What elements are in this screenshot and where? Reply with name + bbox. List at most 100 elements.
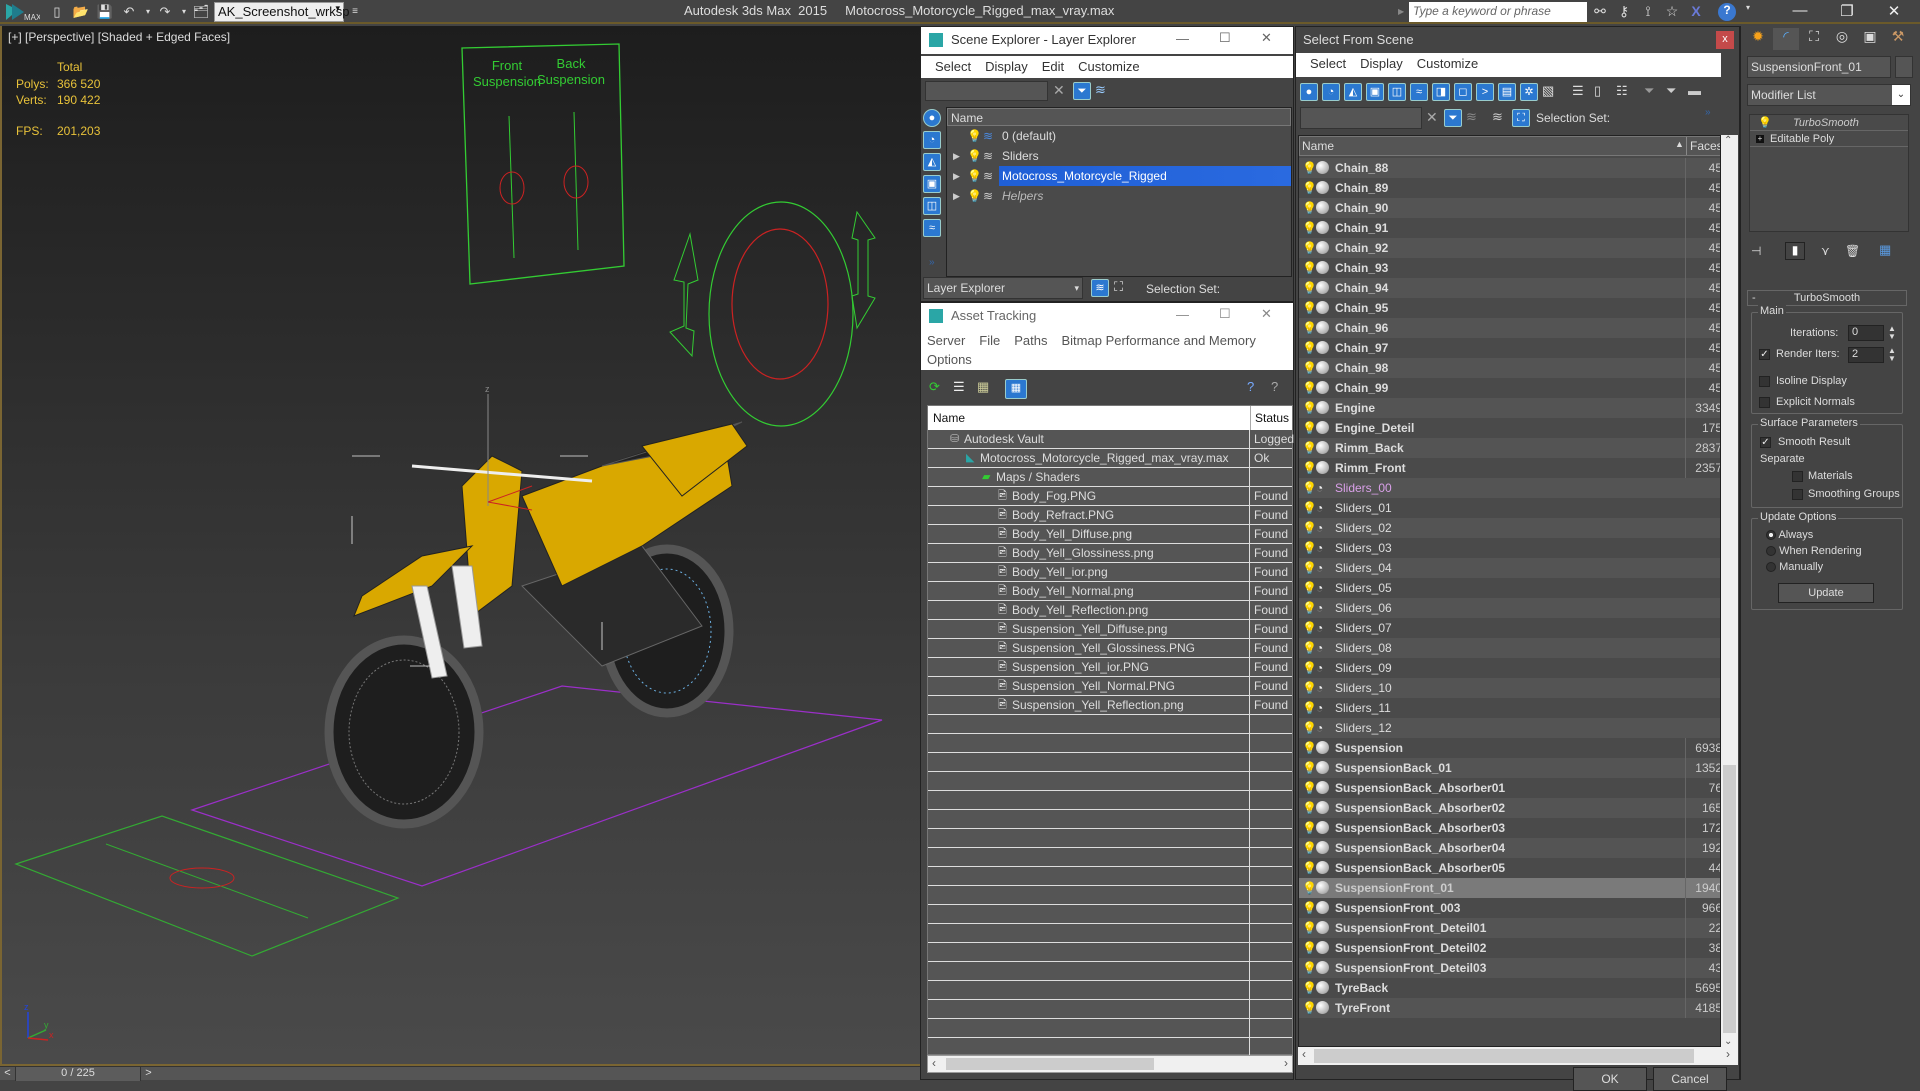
lightbulb-icon[interactable]: 💡 <box>967 166 982 186</box>
asset-row[interactable]: ▰ Maps / Shaders <box>928 468 1292 487</box>
update-option-radio[interactable]: Manually <box>1766 561 1823 573</box>
list-view-icon[interactable]: ☰ <box>953 379 965 395</box>
modify-tab-icon[interactable]: ◜ <box>1773 28 1799 50</box>
column-header-name[interactable]: Name <box>933 406 965 430</box>
object-row[interactable]: 💡 ◔ Sliders_09 <box>1299 658 1720 678</box>
object-row[interactable]: 💡 SuspensionFront_Deteil01 22 <box>1299 918 1720 938</box>
close-icon[interactable]: ✕ <box>1261 30 1272 46</box>
menu-paths[interactable]: Paths <box>1014 330 1047 352</box>
display-geometry-icon[interactable]: ● <box>923 109 941 127</box>
binoculars-icon[interactable]: ⚯ <box>1590 3 1610 21</box>
lightbulb-icon[interactable]: 💡 <box>1302 878 1317 898</box>
time-slider[interactable]: < 0 / 225 > <box>0 1066 922 1081</box>
object-color-swatch[interactable] <box>1895 56 1913 78</box>
frame-counter[interactable]: 0 / 225 <box>16 1067 140 1081</box>
render-iters-input[interactable]: 2 <box>1848 347 1884 363</box>
lightbulb-icon[interactable]: 💡 <box>1302 758 1317 778</box>
lightbulb-icon[interactable]: 💡 <box>1302 178 1317 198</box>
object-row[interactable]: 💡 ◔ Sliders_03 <box>1299 538 1720 558</box>
scroll-right-icon[interactable]: › <box>1284 1056 1288 1070</box>
redo-dropdown-icon[interactable]: ▾ <box>179 3 189 21</box>
lightbulb-icon[interactable]: 💡 <box>1302 258 1317 278</box>
scrollbar-thumb[interactable] <box>1314 1049 1694 1063</box>
iterations-input[interactable]: 0 <box>1848 325 1884 341</box>
modifier-list-dropdown[interactable]: Modifier List ⌄ <box>1747 84 1911 106</box>
asset-row[interactable]: 🖻 Suspension_Yell_Reflection.png Found <box>928 696 1292 715</box>
expand-arrow-icon[interactable]: ▶ <box>953 146 960 166</box>
asset-row[interactable]: 🖻 Body_Refract.PNG Found <box>928 506 1292 525</box>
horizontal-scrollbar[interactable]: ‹ › <box>927 1055 1293 1073</box>
object-row[interactable]: 💡 ◔ Sliders_01 <box>1299 498 1720 518</box>
lightbulb-icon[interactable]: 💡 <box>1302 598 1317 618</box>
column-header-status[interactable]: Status <box>1250 406 1289 430</box>
object-row[interactable]: 💡 TyreBack 5695 <box>1299 978 1720 998</box>
object-row[interactable]: 💡 Chain_89 45 <box>1299 178 1720 198</box>
select-all-icon[interactable]: ☰ <box>1572 83 1584 99</box>
object-search-input[interactable] <box>1300 107 1422 129</box>
menu-options[interactable]: Options <box>927 352 972 368</box>
lightbulb-icon[interactable]: 💡 <box>1302 298 1317 318</box>
layer-highlight-icon[interactable]: ≋ <box>1095 82 1106 98</box>
quick-access-menu-icon[interactable]: ≡ <box>346 3 364 21</box>
display-cameras-icon[interactable]: ▣ <box>923 175 941 193</box>
workspace-dropdown[interactable]: AK_Screenshot_wrksp ▾ <box>214 2 350 22</box>
layer-row[interactable]: ▶ 💡 ≋ Sliders <box>947 146 1291 166</box>
lightbulb-icon[interactable]: 💡 <box>1302 378 1317 398</box>
display-helpers-icon[interactable]: ◫ <box>1388 83 1406 101</box>
lightbulb-icon[interactable]: 💡 <box>1302 438 1317 458</box>
object-row[interactable]: 💡 ◔ Sliders_08 <box>1299 638 1720 658</box>
lightbulb-icon[interactable]: 💡 <box>1302 618 1317 638</box>
object-row[interactable]: 💡 Chain_90 45 <box>1299 198 1720 218</box>
scrollbar-thumb[interactable] <box>1723 765 1736 1033</box>
object-row[interactable]: 💡 Chain_98 45 <box>1299 358 1720 378</box>
help-icon[interactable]: ? <box>1718 3 1736 21</box>
expand-arrow-icon[interactable]: ▶ <box>953 166 960 186</box>
filter-options-icon[interactable]: ⏷ <box>1666 83 1676 99</box>
object-row[interactable]: 💡 ◔ Sliders_05 <box>1299 578 1720 598</box>
display-tab-icon[interactable]: ▣ <box>1857 28 1883 50</box>
materials-checkbox[interactable] <box>1792 471 1803 482</box>
object-row[interactable]: 💡 SuspensionBack_Absorber02 165 <box>1299 798 1720 818</box>
object-row[interactable]: 💡 ◔ Sliders_11 <box>1299 698 1720 718</box>
object-row[interactable]: 💡 Suspension 6938 <box>1299 738 1720 758</box>
menu-select[interactable]: Select <box>1310 53 1346 75</box>
remove-modifier-icon[interactable]: 🗑 <box>1845 244 1860 258</box>
maximize-icon[interactable]: ☐ <box>1219 30 1231 46</box>
layer-row[interactable]: 💡 ≋ 0 (default) <box>947 126 1291 146</box>
object-row[interactable]: 💡 SuspensionFront_01 1940 <box>1299 878 1720 898</box>
lightbulb-icon[interactable]: 💡 <box>1302 398 1317 418</box>
column-header-faces[interactable]: Faces <box>1686 137 1720 155</box>
lightbulb-icon[interactable]: 💡 <box>1302 838 1317 858</box>
lightbulb-icon[interactable]: 💡 <box>1302 958 1317 978</box>
cancel-button[interactable]: Cancel <box>1653 1067 1727 1091</box>
table-view-icon[interactable]: ▦ <box>1005 379 1027 399</box>
motion-tab-icon[interactable]: ◎ <box>1829 28 1855 50</box>
layer-row[interactable]: ▶ 💡 ≋ Motocross_Motorcycle_Rigged <box>947 166 1291 186</box>
hierarchy-mode-icon[interactable]: ⛶ <box>1512 109 1530 127</box>
layers-mode-icon[interactable]: ≋ <box>1091 279 1109 297</box>
filter-icon[interactable]: ⏷ <box>1073 82 1091 100</box>
layers-mode-icon[interactable]: ≋ <box>1492 109 1503 125</box>
hierarchy-tab-icon[interactable]: ⛶ <box>1801 28 1827 50</box>
asset-row[interactable]: 🖻 Suspension_Yell_Normal.PNG Found <box>928 677 1292 696</box>
horizontal-scrollbar[interactable]: ‹ › <box>1298 1047 1738 1065</box>
radio-icon[interactable] <box>1766 546 1776 557</box>
display-spacewarps-icon[interactable]: ≈ <box>923 219 941 237</box>
expand-toolbar-icon[interactable]: » <box>1705 107 1711 118</box>
satellite-icon[interactable]: ⟟ <box>1638 3 1658 21</box>
asset-row[interactable]: 🖻 Body_Yell_Glossiness.png Found <box>928 544 1292 563</box>
utilities-tab-icon[interactable]: ⚒ <box>1885 28 1911 50</box>
menu-edit[interactable]: Edit <box>1042 56 1064 78</box>
wheel-rotation-control[interactable] <box>669 201 876 427</box>
app-logo-icon[interactable]: MAX <box>2 0 42 24</box>
search-input[interactable]: Type a keyword or phrase <box>1409 2 1587 22</box>
update-option-radio[interactable]: When Rendering <box>1766 545 1862 557</box>
select-invert-icon[interactable]: ☷ <box>1616 83 1628 99</box>
next-frame-button[interactable]: > <box>140 1067 156 1081</box>
lightbulb-icon[interactable]: 💡 <box>1302 538 1317 558</box>
motorcycle-model[interactable]: z <box>324 384 748 829</box>
display-frozen-icon[interactable]: ✲ <box>1520 83 1538 101</box>
object-row[interactable]: 💡 Chain_99 45 <box>1299 378 1720 398</box>
lightbulb-icon[interactable]: 💡 <box>1302 198 1317 218</box>
lightbulb-icon[interactable]: 💡 <box>1302 418 1317 438</box>
